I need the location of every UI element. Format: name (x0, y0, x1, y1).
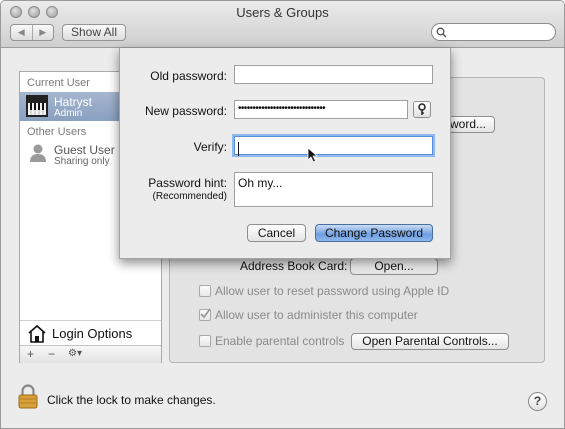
house-icon (28, 324, 46, 343)
cancel-button[interactable]: Cancel (247, 224, 306, 242)
lock-message: Click the lock to make changes. (47, 393, 216, 407)
reset-password-apple-id-label: Allow user to reset password using Apple… (215, 284, 450, 298)
show-all-button[interactable]: Show All (62, 24, 126, 41)
new-password-field[interactable]: •••••••••••••••••••••••••••••• (234, 100, 408, 119)
text-caret (238, 142, 239, 156)
users-groups-window: Users & Groups ◀ ▶ Show All Current User… (0, 0, 565, 429)
window-title: Users & Groups (236, 5, 329, 20)
password-assistant-button[interactable] (413, 101, 431, 118)
password-hint-field[interactable]: Oh my... (234, 172, 433, 207)
other-users-header: Other Users (27, 126, 87, 138)
back-arrow-icon[interactable]: ◀ (11, 25, 33, 40)
search-icon (436, 27, 447, 38)
mouse-pointer-icon (307, 147, 318, 163)
title-bar: Users & Groups ◀ ▶ Show All (1, 1, 564, 48)
remove-user-button[interactable]: − (48, 347, 55, 361)
user-avatar-icon (26, 95, 48, 117)
guest-user-name: Guest User (54, 143, 115, 157)
old-password-field[interactable] (234, 65, 433, 84)
current-user-role: Admin (54, 108, 83, 119)
old-password-label: Old password: (150, 69, 227, 83)
verify-label: Verify: (193, 140, 227, 154)
address-book-open-button[interactable]: Open... (350, 258, 438, 275)
parental-controls-checkbox[interactable] (199, 335, 211, 347)
change-password-label: word... (449, 117, 486, 131)
back-forward-control: ◀ ▶ (10, 24, 54, 41)
guest-user-icon (30, 144, 46, 162)
parental-controls-label: Enable parental controls (215, 334, 345, 348)
new-password-label: New password: (144, 104, 227, 118)
administer-computer-label: Allow user to administer this computer (215, 308, 418, 322)
add-user-button[interactable]: + (27, 347, 34, 361)
password-hint-label: Password hint: (148, 176, 227, 190)
change-password-sheet: Old password: New password: ••••••••••••… (119, 48, 451, 259)
guest-user-role: Sharing only (54, 156, 110, 167)
login-options-label: Login Options (52, 326, 133, 341)
sidebar-toolbar: + − ⚙▾ (20, 345, 161, 363)
open-parental-controls-button[interactable]: Open Parental Controls... (351, 333, 509, 350)
forward-arrow-icon[interactable]: ▶ (33, 25, 54, 40)
password-hint-sublabel: (Recommended) (152, 191, 227, 202)
checkmark-icon (200, 308, 211, 319)
administer-computer-checkbox[interactable] (199, 308, 211, 321)
current-user-name: Hatryst (54, 95, 93, 109)
reset-password-apple-id-checkbox[interactable] (199, 285, 211, 297)
change-password-submit-button[interactable]: Change Password (315, 224, 433, 242)
current-user-header: Current User (27, 77, 90, 89)
lock-icon[interactable] (18, 384, 38, 409)
key-icon (418, 103, 426, 115)
help-button[interactable]: ? (528, 392, 547, 411)
login-options-item[interactable]: Login Options (20, 320, 161, 346)
action-menu-button[interactable]: ⚙▾ (68, 348, 82, 359)
address-book-label: Address Book Card: (240, 259, 348, 273)
verify-password-field[interactable] (234, 136, 433, 155)
search-field[interactable] (431, 23, 556, 41)
